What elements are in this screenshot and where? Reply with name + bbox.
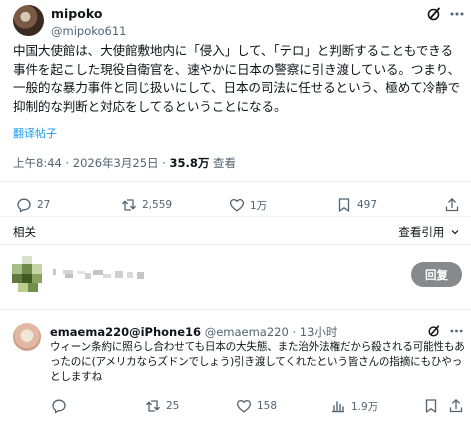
reply-header: emaema220@iPhone16 @emaema220 · 13小时: [50, 324, 337, 340]
reply-text: ウィーン条約に照らし合わせても日本の大失態、また治外法権だから殺される可能性もあ…: [50, 341, 465, 384]
reply-icon: [17, 198, 31, 213]
reply-repost-count: 25: [166, 400, 180, 412]
divider: [0, 216, 471, 217]
reply-action[interactable]: 27: [16, 197, 50, 213]
like-icon: [236, 399, 252, 413]
grok-icon[interactable]: [426, 6, 442, 22]
reply-separator: ·: [292, 325, 300, 339]
reply-button[interactable]: 回复: [411, 262, 462, 287]
author-name[interactable]: mipoko: [51, 6, 102, 21]
chevron-down-icon: [451, 230, 459, 235]
post-text: 中国大使館は、大使館敷地内に「侵入」して、「テロ」と判断することもできる事件を起…: [13, 43, 461, 114]
reply-like-action[interactable]: 158: [236, 398, 277, 414]
translate-link[interactable]: 翻译帖子: [13, 125, 57, 141]
reply-views-count: 1.9万: [351, 400, 379, 413]
views-label: 查看: [209, 156, 237, 170]
reply-author-avatar[interactable]: [13, 323, 41, 351]
reply-share-action[interactable]: [448, 398, 469, 414]
reply-timestamp[interactable]: 13小时: [300, 325, 338, 339]
repost-count: 2,559: [142, 199, 173, 211]
author-handle[interactable]: @mipoko611: [51, 24, 126, 38]
views-icon: [331, 401, 345, 413]
divider: [0, 309, 471, 310]
share-action[interactable]: [444, 197, 465, 213]
post-timestamp[interactable]: 上午8:44 · 2026年3月25日 ·: [13, 156, 169, 170]
grok-icon[interactable]: [427, 324, 441, 338]
bookmark-count: 497: [357, 199, 378, 211]
like-count: 1万: [250, 199, 268, 212]
reply-reply-action[interactable]: [51, 398, 72, 414]
reply-count: 27: [37, 199, 51, 211]
repost-icon: [122, 199, 136, 211]
more-icon[interactable]: [450, 329, 463, 333]
view-quotes-link[interactable]: 查看引用: [398, 224, 460, 240]
reply-bookmark-action[interactable]: [423, 398, 444, 414]
like-icon: [229, 198, 245, 212]
view-quotes-label: 查看引用: [398, 225, 445, 239]
reply-like-count: 158: [257, 400, 278, 412]
divider: [0, 181, 471, 182]
bookmark-icon: [425, 399, 437, 413]
reply-icon: [52, 399, 66, 414]
author-avatar[interactable]: [13, 5, 44, 36]
reply-views-action[interactable]: 1.9万: [330, 398, 378, 414]
reply-author-handle[interactable]: @emaema220: [205, 325, 289, 339]
related-label: 相关: [13, 225, 36, 239]
post-metadata: 上午8:44 · 2026年3月25日 · 35.8万 查看: [13, 155, 236, 171]
composer-avatar: [12, 256, 42, 292]
like-action[interactable]: 1万: [229, 197, 267, 213]
composer-blurred-name: [53, 269, 144, 279]
reply-repost-action[interactable]: 25: [145, 398, 179, 414]
share-icon: [449, 399, 463, 413]
share-icon: [445, 198, 459, 212]
reply-author-name[interactable]: emaema220@iPhone16: [50, 325, 201, 339]
repost-action[interactable]: 2,559: [121, 197, 172, 213]
bookmark-action[interactable]: 497: [336, 197, 377, 213]
repost-icon: [146, 400, 160, 412]
views-count: 35.8万: [169, 156, 210, 170]
divider: [0, 244, 471, 245]
bookmark-icon: [338, 198, 350, 212]
more-icon[interactable]: [450, 12, 464, 16]
